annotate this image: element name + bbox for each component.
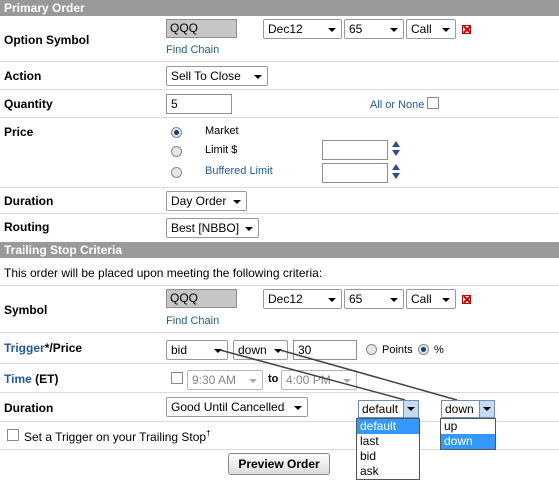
dropdown-arrow-icon — [403, 401, 418, 417]
direction-dropdown-list: up down — [440, 418, 496, 450]
direction-option[interactable]: down — [441, 434, 495, 449]
field-dropdown[interactable]: default — [358, 400, 419, 418]
field-dropdown-list: default last bid ask — [356, 418, 420, 480]
dropdown-arrow-icon — [479, 401, 494, 417]
field-option[interactable]: ask — [357, 464, 419, 479]
field-annotation-line — [219, 349, 406, 401]
field-option[interactable]: last — [357, 434, 419, 449]
direction-dropdown[interactable]: down — [441, 400, 495, 418]
field-option[interactable]: bid — [357, 449, 419, 464]
direction-option[interactable]: up — [441, 419, 495, 434]
field-option[interactable]: default — [357, 419, 419, 434]
direction-annotation-line — [279, 349, 458, 401]
